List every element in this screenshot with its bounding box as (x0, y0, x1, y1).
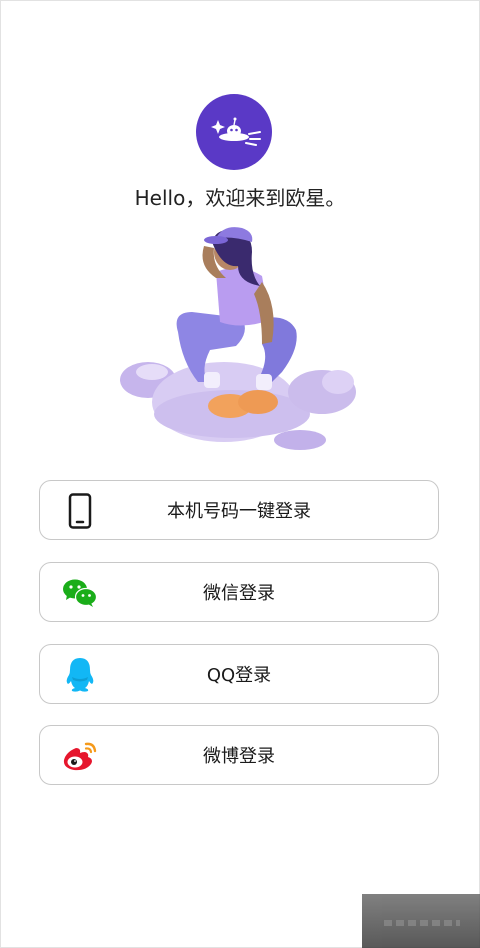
girl-on-cloud-illustration (112, 222, 364, 458)
weibo-login-label: 微博登录 (203, 746, 275, 767)
planet-spaceship-icon (211, 117, 261, 146)
wechat-login-button[interactable]: 微信登录 (39, 562, 439, 622)
app-logo (196, 94, 272, 170)
qq-login-button[interactable]: QQ登录 (39, 644, 439, 704)
weibo-login-button[interactable]: 微博登录 (39, 725, 439, 785)
watermark-overlay (362, 894, 480, 948)
phone-login-label: 本机号码一键登录 (167, 501, 311, 522)
wechat-login-label: 微信登录 (203, 583, 275, 604)
greeting-text: Hello，欢迎来到欧星。 (134, 186, 346, 210)
qq-login-label: QQ登录 (206, 665, 272, 686)
phone-login-button[interactable]: 本机号码一键登录 (39, 480, 439, 540)
